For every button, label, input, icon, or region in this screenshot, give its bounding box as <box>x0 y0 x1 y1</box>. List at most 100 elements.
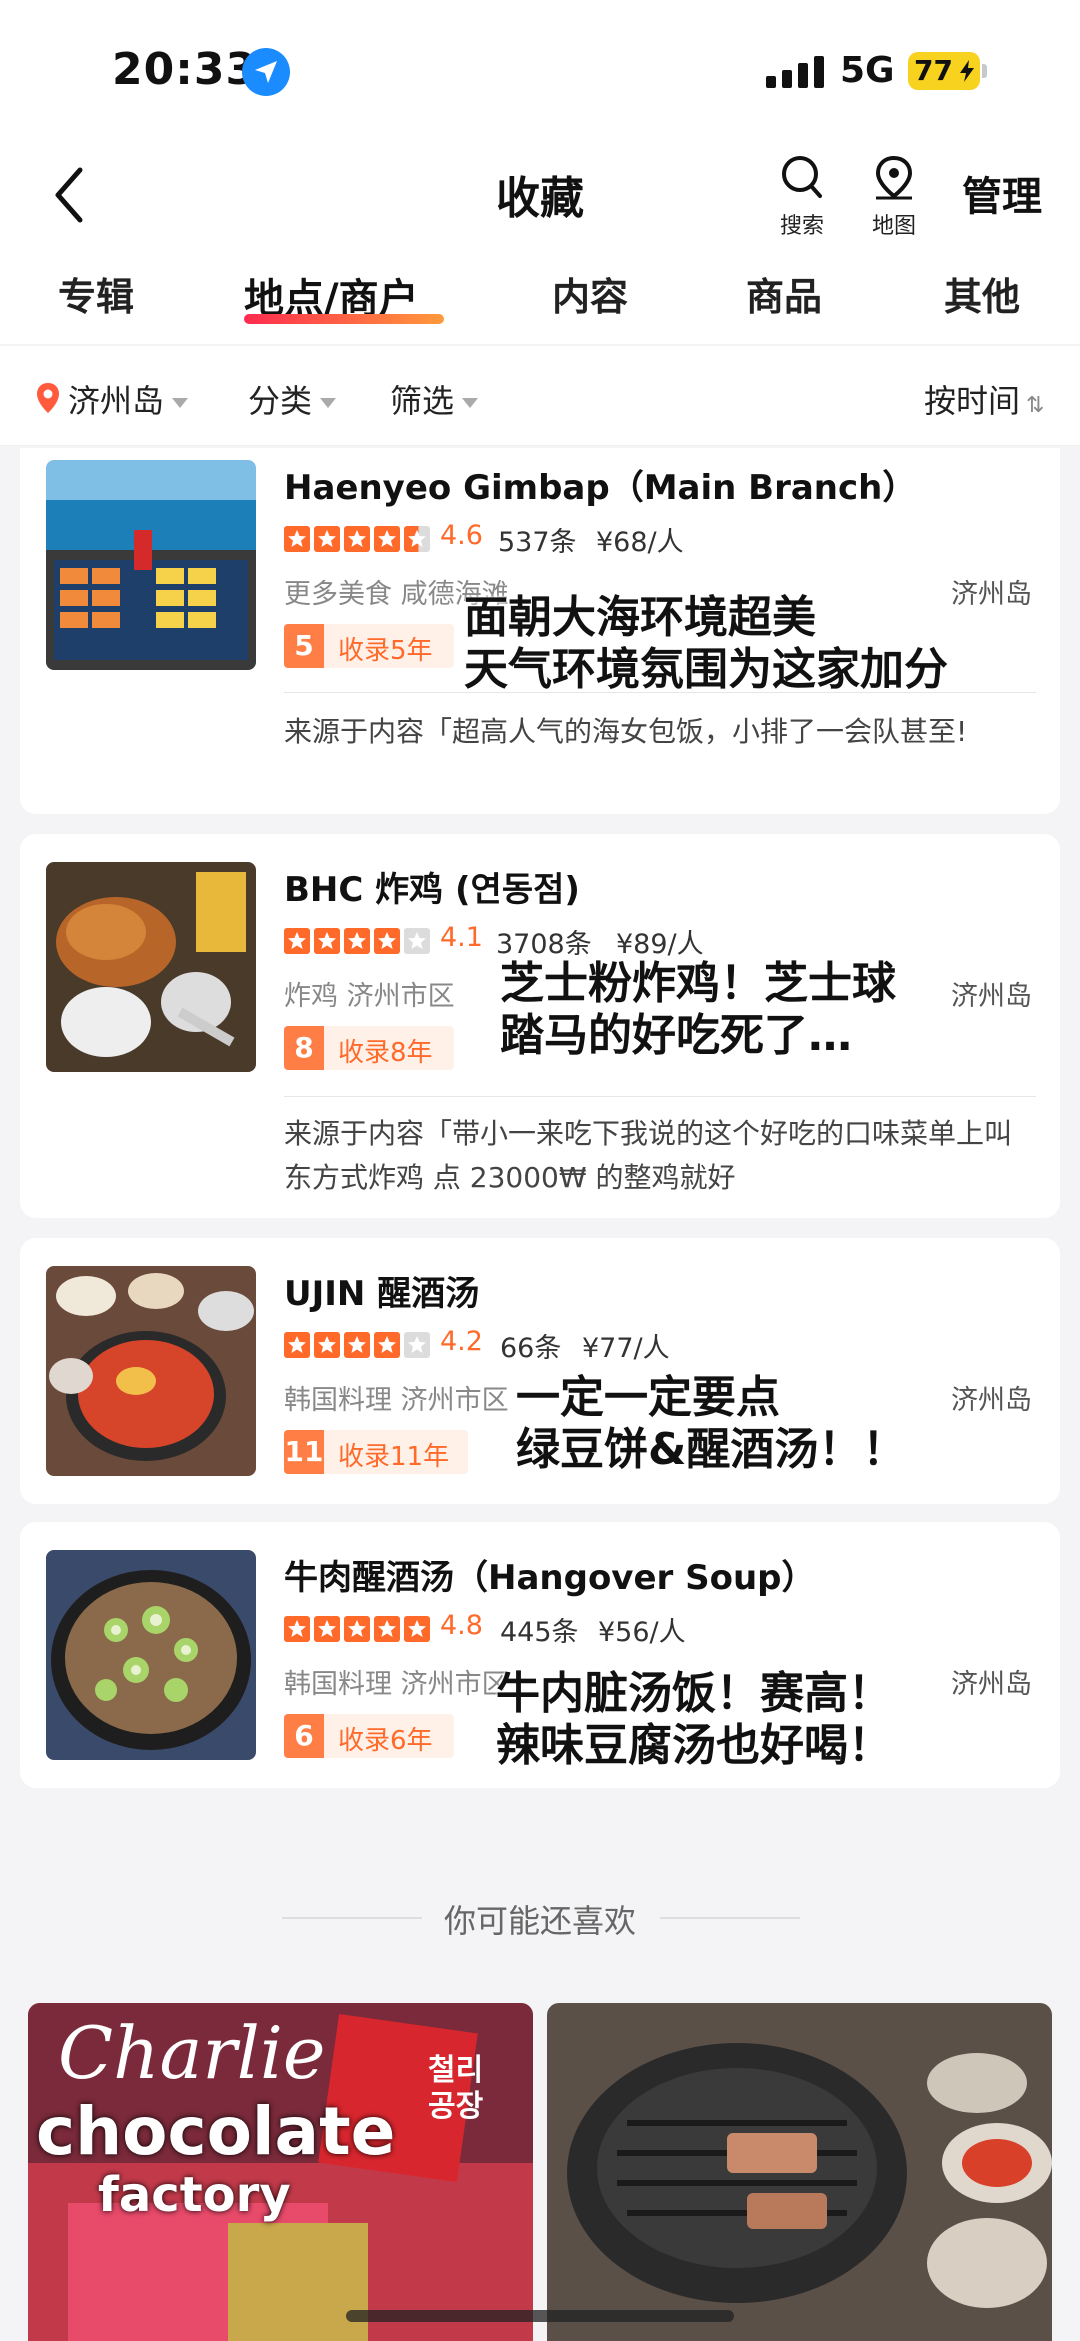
place-title: 牛肉醒酒汤（Hangover Soup） <box>284 1558 816 1598</box>
card-title-line: chocolate <box>36 2093 396 2170</box>
avg-price: ¥56/人 <box>598 1617 686 1648</box>
search-icon <box>782 156 822 198</box>
star-icon <box>404 1616 430 1642</box>
caret-down-icon <box>172 398 189 408</box>
saved-badge: 5 收录5年 <box>284 624 454 668</box>
category-filter[interactable]: 分类 <box>248 376 337 422</box>
location-filter[interactable]: 济州岛 <box>68 376 189 422</box>
overlay-line: 一定一定要点 <box>516 1372 780 1423</box>
battery-icon: 77 <box>908 52 980 90</box>
star-icon <box>374 526 400 552</box>
saved-badge: 8 收录8年 <box>284 1026 454 1070</box>
card-title-line: factory <box>98 2167 291 2223</box>
package-line: 철리 <box>428 2053 484 2088</box>
recommend-card[interactable] <box>547 2003 1052 2341</box>
overlay-line: 天气环境氛围为这家加分 <box>464 644 948 695</box>
overlay-caption: 一定一定要点 绿豆饼&醒酒汤！！ <box>516 1372 906 1476</box>
nav-bar: 收藏 搜索 地图 管理 <box>0 140 1080 260</box>
search-button[interactable]: 搜索 <box>762 150 842 250</box>
tab-content[interactable]: 内容 <box>552 266 628 321</box>
sort-button[interactable]: 按时间 ⇅ <box>924 376 1044 422</box>
star-icon <box>374 928 400 954</box>
avg-price: ¥77/人 <box>582 1333 670 1364</box>
home-indicator <box>346 2310 734 2322</box>
overlay-caption: 芝士粉炸鸡！芝士球 踏马的好吃死了… <box>500 958 896 1062</box>
place-card[interactable]: Haenyeo Gimbap（Main Branch） 4.6 537条 ¥68… <box>20 448 1060 814</box>
sort-icon: ⇅ <box>1026 393 1045 418</box>
star-icon <box>284 526 310 552</box>
star-icon <box>344 526 370 552</box>
badge-number: 5 <box>284 624 324 668</box>
star-icon <box>404 526 430 552</box>
category-filter-label: 分类 <box>248 382 313 420</box>
region-label: 济州岛 <box>951 1385 1032 1416</box>
avg-price: ¥68/人 <box>596 527 684 558</box>
source-note[interactable]: 来源于内容「超高人气的海女包饭，小排了一会队甚至! <box>284 710 1034 754</box>
battery-level: 77 <box>914 54 953 87</box>
rating-value: 4.8 <box>440 1610 483 1641</box>
overlay-line: 踏马的好吃死了… <box>500 1010 852 1061</box>
review-count: 537条 <box>498 527 577 558</box>
rating-value: 4.1 <box>440 922 483 953</box>
region-label: 济州岛 <box>951 981 1032 1012</box>
star-icon <box>284 1332 310 1358</box>
filter-bar: 济州岛 分类 筛选 按时间 ⇅ <box>0 346 1080 446</box>
place-thumbnail <box>46 460 256 670</box>
divider <box>284 1096 1036 1097</box>
badge-number: 11 <box>284 1430 324 1474</box>
caret-down-icon <box>320 398 337 408</box>
star-icon <box>374 1332 400 1358</box>
star-icon <box>314 928 340 954</box>
place-title: UJIN 醒酒汤 <box>284 1274 480 1314</box>
place-thumbnail <box>46 1550 256 1760</box>
screen-filter-label: 筛选 <box>390 382 455 420</box>
status-time: 20:33 <box>112 44 258 95</box>
star-icon <box>314 1616 340 1642</box>
place-thumbnail <box>46 862 256 1072</box>
place-card[interactable]: UJIN 醒酒汤 4.2 66条 ¥77/人 韩国料理 济州市区 济州岛 11 … <box>20 1238 1060 1504</box>
star-icon <box>404 1332 430 1358</box>
signal-icon <box>766 56 826 88</box>
place-card[interactable]: BHC 炸鸡 (연동점) 4.1 3708条 ¥89/人 炸鸡 济州市区 济州岛… <box>20 834 1060 1218</box>
star-icon <box>344 928 370 954</box>
badge-number: 6 <box>284 1714 324 1758</box>
overlay-line: 辣味豆腐汤也好喝！ <box>496 1720 892 1771</box>
place-title: BHC 炸鸡 (연동점) <box>284 870 580 910</box>
star-icon <box>374 1616 400 1642</box>
navigation-arrow-icon <box>242 48 290 96</box>
avg-price: ¥89/人 <box>616 929 704 960</box>
recommend-card[interactable]: Charlie chocolate factory 철리 공장 <box>28 2003 533 2341</box>
active-tab-indicator <box>244 314 444 324</box>
tab-others[interactable]: 其他 <box>944 266 1020 321</box>
map-button[interactable]: 地图 <box>854 150 934 250</box>
review-count: 66条 <box>500 1333 562 1364</box>
category-tabs: 专辑 地点/商户 内容 商品 其他 <box>0 260 1080 344</box>
status-bar: 20:33 5G 77 <box>0 0 1080 140</box>
overlay-line: 面朝大海环境超美 <box>464 592 816 643</box>
location-pin-icon <box>37 383 59 413</box>
star-icon <box>284 1616 310 1642</box>
divider <box>284 692 1036 693</box>
overlay-line: 牛内脏汤饭！赛高！ <box>496 1668 892 1719</box>
review-count: 3708条 <box>496 929 592 960</box>
rating-value: 4.6 <box>440 520 483 551</box>
badge-text: 收录11年 <box>338 1442 450 1472</box>
tab-albums[interactable]: 专辑 <box>58 266 134 321</box>
badge-text: 收录8年 <box>338 1038 433 1068</box>
search-label: 搜索 <box>779 214 824 239</box>
tab-products[interactable]: 商品 <box>746 266 822 321</box>
star-icon <box>314 1332 340 1358</box>
sort-label: 按时间 <box>924 382 1021 420</box>
rating-value: 4.2 <box>440 1326 483 1357</box>
place-card[interactable]: 牛肉醒酒汤（Hangover Soup） 4.8 445条 ¥56/人 韩国料理… <box>20 1522 1060 1788</box>
star-icon <box>344 1332 370 1358</box>
screen-filter[interactable]: 筛选 <box>390 376 479 422</box>
category-area: 韩国料理 济州市区 <box>284 1385 509 1416</box>
place-title: Haenyeo Gimbap（Main Branch） <box>284 468 917 508</box>
manage-button[interactable]: 管理 <box>962 164 1042 222</box>
saved-badge: 11 收录11年 <box>284 1430 468 1474</box>
package-line: 공장 <box>428 2089 484 2124</box>
network-label: 5G <box>840 50 895 91</box>
source-note[interactable]: 来源于内容「带小一来吃下我说的这个好吃的口味菜单上叫东方式炸鸡 点 23000₩… <box>284 1112 1034 1200</box>
overlay-caption: 面朝大海环境超美 天气环境氛围为这家加分 <box>464 592 948 696</box>
